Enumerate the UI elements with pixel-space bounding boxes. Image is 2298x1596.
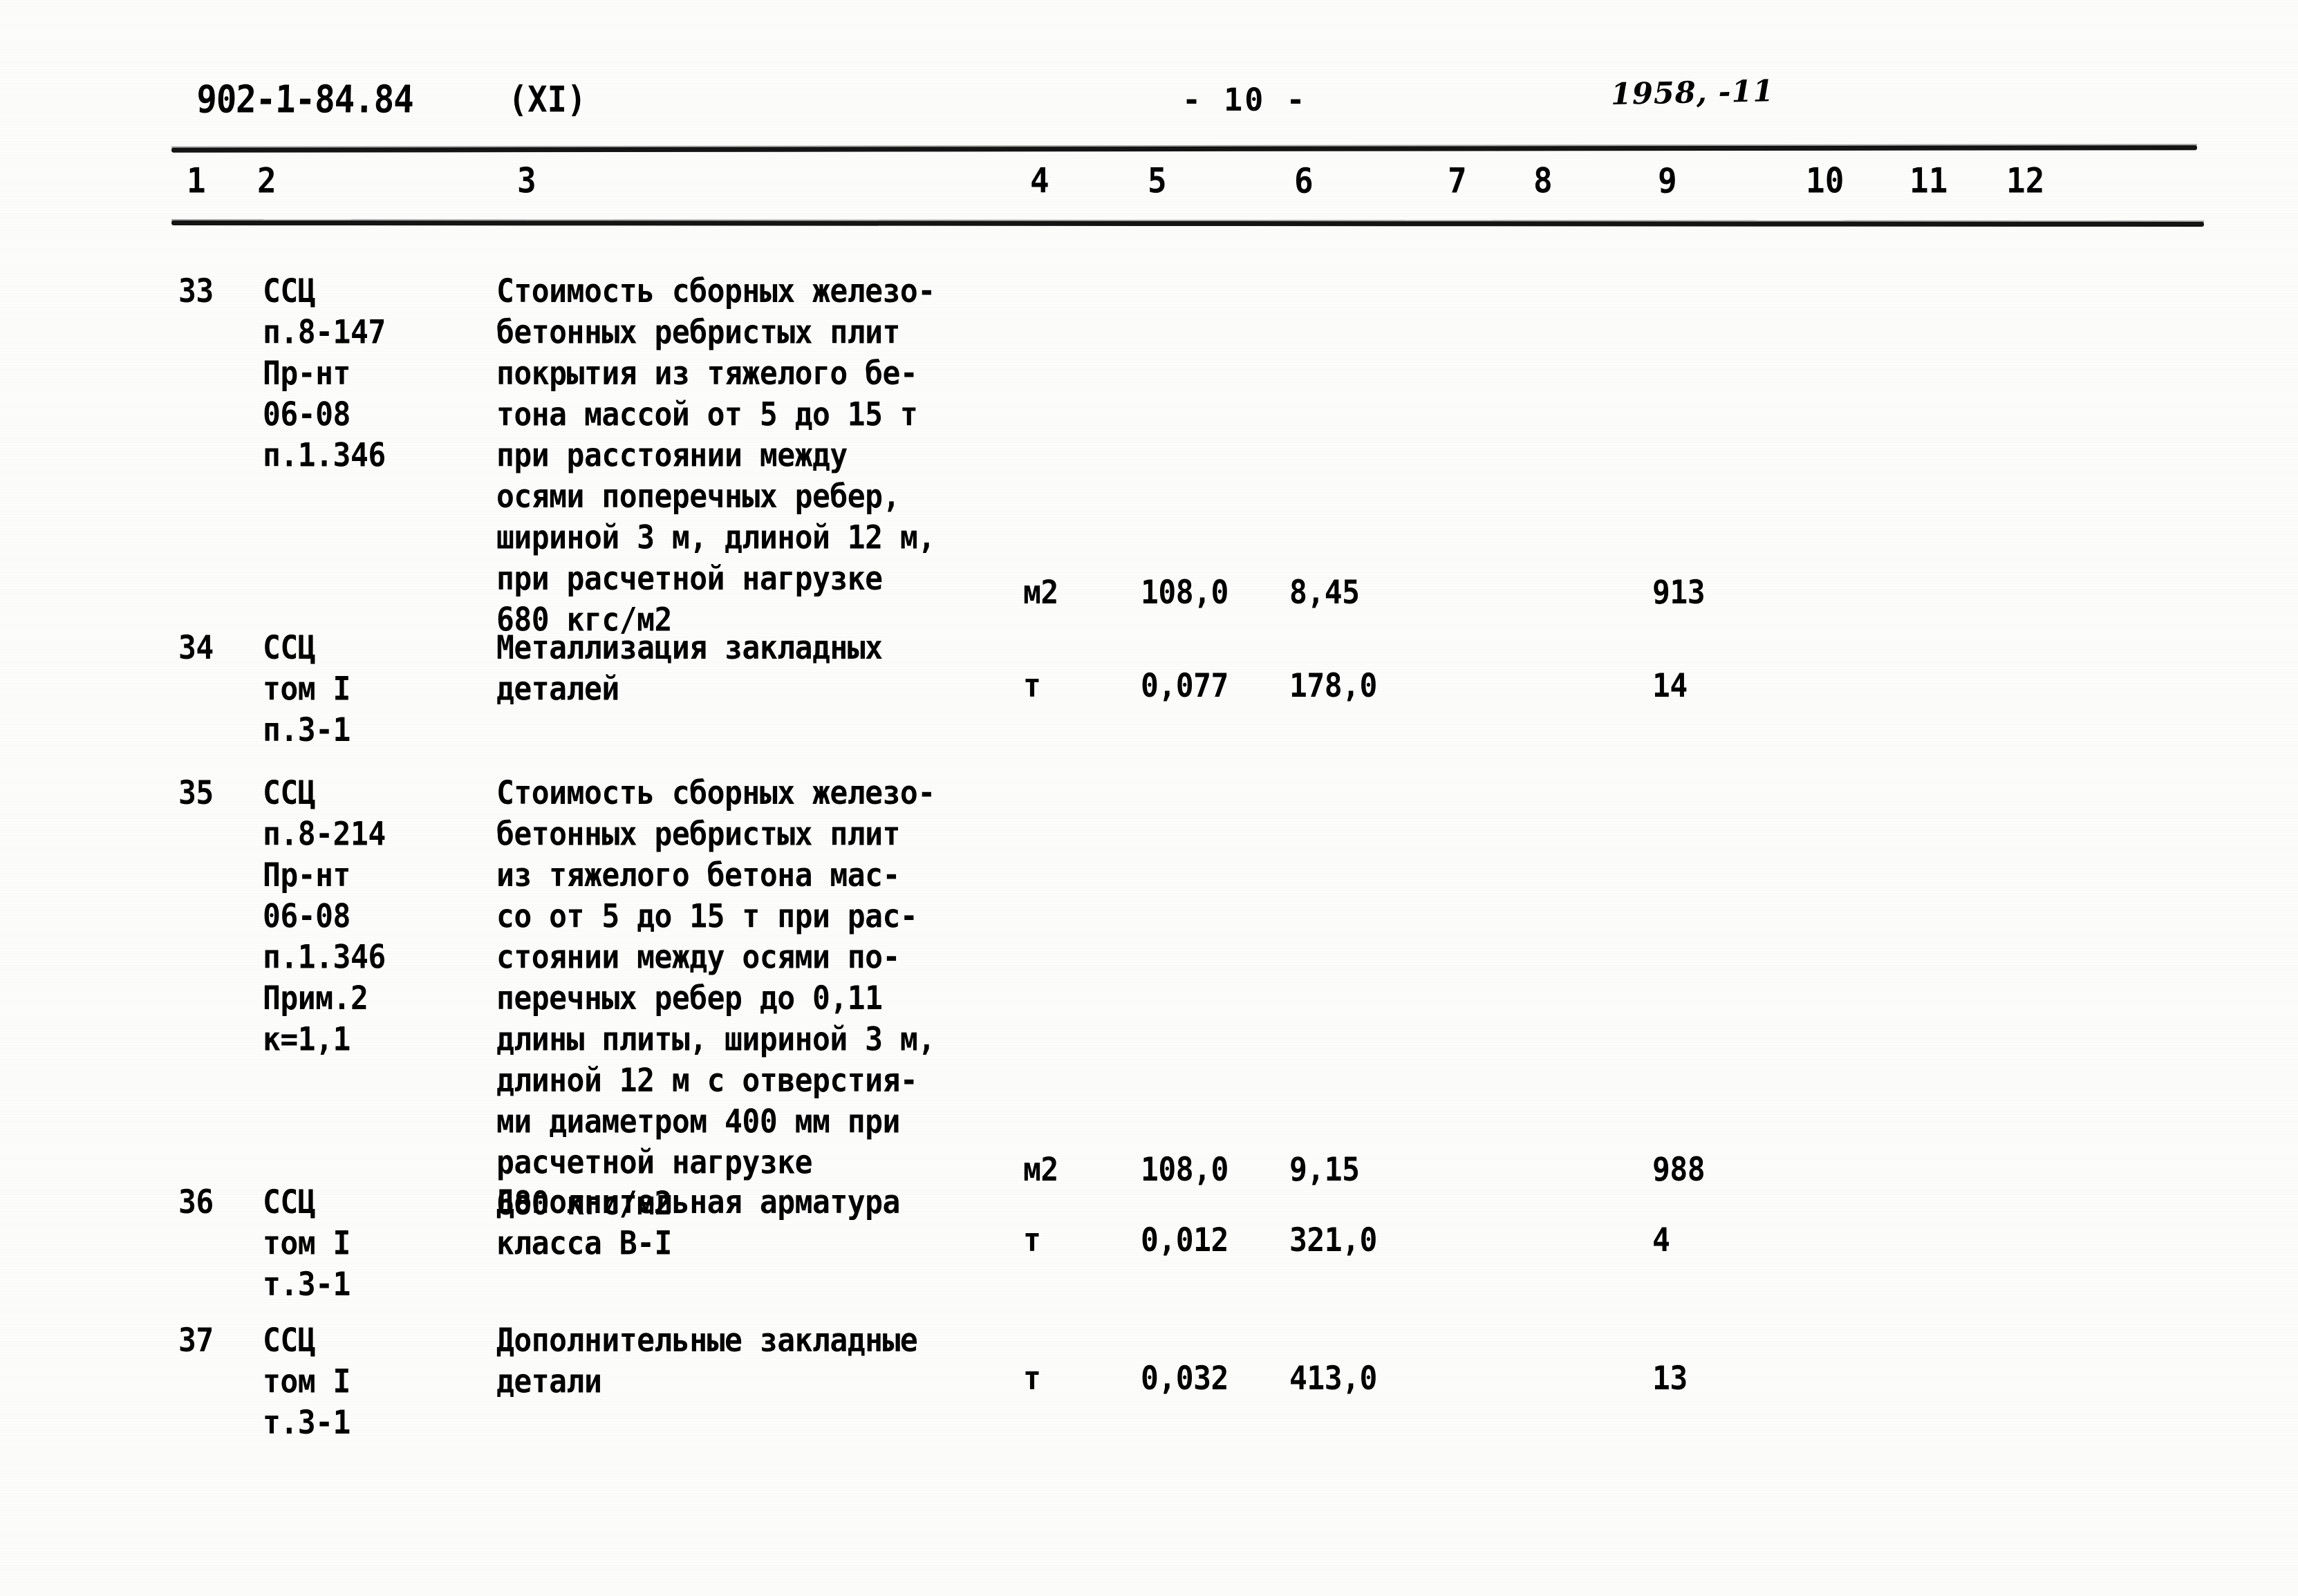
row-price: 321,0 (1289, 1221, 1377, 1259)
row-quantity: 0,077 (1141, 666, 1229, 705)
row-quantity: 108,0 (1141, 574, 1229, 612)
row-total: 14 (1652, 666, 1688, 705)
row-number: 34 (178, 629, 214, 668)
page-number: - 10 - (1182, 82, 1307, 118)
row-quantity: 0,032 (1141, 1359, 1229, 1398)
row-unit: м2 (1023, 574, 1058, 612)
column-number-5: 5 (1148, 160, 1167, 201)
row-unit: т (1023, 1221, 1041, 1259)
row-justification: ССЦ том I п.3-1 (263, 629, 351, 749)
row-number: 35 (178, 774, 214, 813)
row-total: 913 (1652, 574, 1706, 612)
row-justification: ССЦ том I т.3-1 (263, 1183, 351, 1304)
row-total: 13 (1652, 1359, 1688, 1398)
document-code: 902-1-84.84 (196, 77, 414, 122)
table-rule-bottom (171, 220, 2205, 227)
handwritten-note: 1958, -11 (1610, 74, 1775, 112)
row-price: 8,45 (1289, 574, 1360, 612)
column-number-1: 1 (187, 160, 206, 201)
row-description: Дополнительные закладные детали (496, 1322, 918, 1401)
column-number-6: 6 (1294, 160, 1314, 201)
row-unit: т (1023, 1359, 1041, 1398)
column-number-9: 9 (1658, 160, 1677, 201)
row-price: 413,0 (1289, 1359, 1377, 1398)
column-number-12: 12 (2006, 160, 2045, 201)
row-number: 36 (178, 1183, 214, 1222)
column-number-4: 4 (1030, 160, 1049, 201)
column-number-2: 2 (257, 160, 277, 201)
table-rule-top (171, 145, 2198, 153)
table-row: 36 ССЦ том I т.3-1 Дополнительная арматура… (0, 1182, 2298, 1304)
row-description: Стоимость сборных железо- бетонных ребри… (496, 774, 935, 1223)
column-number-3: 3 (517, 160, 536, 201)
table-row: 33 ССЦ п.8-147 Пр-нт 06-08 п.1.346 Стоимос… (0, 271, 2298, 639)
row-price: 178,0 (1289, 666, 1377, 705)
column-number-10: 10 (1806, 160, 1844, 201)
table-row: 37 ССЦ том I т.3-1 Дополнительные закладны… (0, 1320, 2298, 1442)
row-justification: ССЦ п.8-147 Пр-нт 06-08 п.1.346 (263, 272, 386, 475)
row-number: 37 (178, 1322, 214, 1360)
row-description: Дополнительная арматура класса B-I (496, 1183, 900, 1263)
column-number-11: 11 (1909, 160, 1948, 201)
column-number-strip: 1 2 3 4 5 6 7 8 9 10 11 12 (0, 160, 2298, 216)
table-row: 35 ССЦ п.8-214 Пр-нт 06-08 п.1.346 Прим.2… (0, 773, 2298, 1223)
row-number: 33 (178, 272, 214, 311)
row-total: 4 (1652, 1221, 1670, 1259)
column-number-8: 8 (1533, 160, 1553, 201)
column-number-7: 7 (1448, 160, 1467, 201)
row-unit: т (1023, 666, 1041, 705)
volume-label: (XI) (508, 79, 587, 121)
row-quantity: 0,012 (1141, 1221, 1229, 1259)
row-justification: ССЦ п.8-214 Пр-нт 06-08 п.1.346 Прим.2 к… (263, 774, 386, 1059)
page-header: 902-1-84.84 (XI) - 10 - 1958, -11 (0, 74, 2298, 133)
row-description: Стоимость сборных железо- бетонных ребри… (496, 272, 935, 639)
scanned-page: 902-1-84.84 (XI) - 10 - 1958, -11 123456… (0, 0, 2298, 1596)
row-description: Металлизация закладных деталей (496, 629, 883, 708)
table-row: 34 ССЦ том I п.3-1 Металлизация закладных … (0, 628, 2298, 749)
row-justification: ССЦ том I т.3-1 (263, 1322, 351, 1442)
